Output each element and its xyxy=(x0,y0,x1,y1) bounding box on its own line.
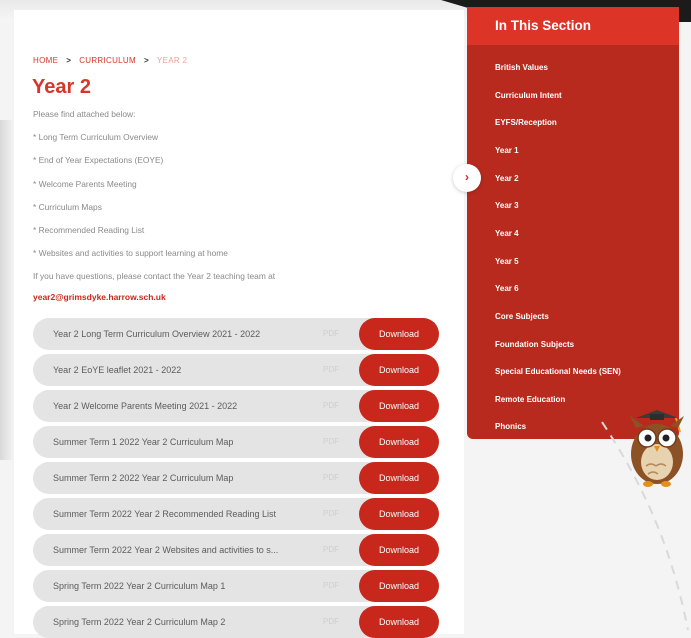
file-type-label: PDF xyxy=(323,437,339,446)
intro-list-item: * Welcome Parents Meeting xyxy=(33,179,137,189)
download-title: Summer Term 2 2022 Year 2 Curriculum Map xyxy=(53,473,234,483)
intro-list-item: * Recommended Reading List xyxy=(33,225,145,235)
sidebar-item-core-subjects[interactable]: Core Subjects xyxy=(495,312,549,321)
file-type-label: PDF xyxy=(323,365,339,374)
sidebar-item-foundation-subjects[interactable]: Foundation Subjects xyxy=(495,340,574,349)
download-button[interactable]: Download xyxy=(359,606,439,638)
breadcrumb-current: YEAR 2 xyxy=(156,56,188,65)
download-row: Summer Term 2022 Year 2 Recommended Read… xyxy=(33,498,439,530)
breadcrumb-separator: > xyxy=(143,56,149,65)
download-title: Summer Term 2022 Year 2 Recommended Read… xyxy=(53,509,276,519)
download-title: Year 2 Long Term Curriculum Overview 202… xyxy=(53,329,261,339)
file-type-label: PDF xyxy=(323,581,339,590)
download-button[interactable]: Download xyxy=(359,354,439,386)
sidebar-item-british-values[interactable]: British Values xyxy=(495,63,548,72)
download-row: Spring Term 2022 Year 2 Curriculum Map 2… xyxy=(33,606,439,638)
download-button[interactable]: Download xyxy=(359,318,439,350)
sidebar-item-year-5[interactable]: Year 5 xyxy=(495,257,519,266)
download-button[interactable]: Download xyxy=(359,570,439,602)
download-row: Year 2 EoYE leaflet 2021 - 2022 PDF Down… xyxy=(33,354,439,386)
file-type-label: PDF xyxy=(323,329,339,338)
download-row: Summer Term 2022 Year 2 Websites and act… xyxy=(33,534,439,566)
sidebar-toggle-button[interactable]: › xyxy=(453,164,481,192)
download-row: Spring Term 2022 Year 2 Curriculum Map 1… xyxy=(33,570,439,602)
breadcrumb: HOME > CURRICULUM > YEAR 2 xyxy=(33,56,187,65)
download-title: Year 2 EoYE leaflet 2021 - 2022 xyxy=(53,365,182,375)
file-type-label: PDF xyxy=(323,509,339,518)
download-button[interactable]: Download xyxy=(359,534,439,566)
sidebar-item-year-6[interactable]: Year 6 xyxy=(495,284,519,293)
download-row: Year 2 Long Term Curriculum Overview 202… xyxy=(33,318,439,350)
contact-text: If you have questions, please contact th… xyxy=(33,271,276,281)
sidebar-item-year-3[interactable]: Year 3 xyxy=(495,201,519,210)
sidebar-item-year-1[interactable]: Year 1 xyxy=(495,146,519,155)
section-sidebar: In This Section British Values Curriculu… xyxy=(467,7,679,439)
download-button[interactable]: Download xyxy=(359,426,439,458)
owl-mascot-icon xyxy=(630,410,684,487)
page-title: Year 2 xyxy=(32,76,91,98)
sidebar-item-phonics[interactable]: Phonics xyxy=(495,422,526,431)
sidebar-title: In This Section xyxy=(467,7,679,45)
download-row: Summer Term 2 2022 Year 2 Curriculum Map… xyxy=(33,462,439,494)
sidebar-item-year-4[interactable]: Year 4 xyxy=(495,229,519,238)
breadcrumb-home[interactable]: HOME xyxy=(33,56,58,65)
file-type-label: PDF xyxy=(323,617,339,626)
intro-list-item: * Long Term Curriculum Overview xyxy=(33,132,159,142)
email-link[interactable]: year2@grimsdyke.harrow.sch.uk xyxy=(33,292,166,302)
file-type-label: PDF xyxy=(323,545,339,554)
intro-list-item: * Websites and activities to support lea… xyxy=(33,248,228,258)
breadcrumb-curriculum[interactable]: CURRICULUM xyxy=(79,56,136,65)
download-row: Year 2 Welcome Parents Meeting 2021 - 20… xyxy=(33,390,439,422)
sidebar-item-year-2[interactable]: Year 2 xyxy=(495,174,519,183)
intro-text: Please find attached below: xyxy=(33,109,136,119)
download-title: Spring Term 2022 Year 2 Curriculum Map 2 xyxy=(53,617,226,627)
breadcrumb-separator: > xyxy=(66,56,72,65)
download-title: Spring Term 2022 Year 2 Curriculum Map 1 xyxy=(53,581,226,591)
download-button[interactable]: Download xyxy=(359,462,439,494)
sidebar-item-curriculum-intent[interactable]: Curriculum Intent xyxy=(495,91,562,100)
intro-list-item: * Curriculum Maps xyxy=(33,202,102,212)
download-title: Summer Term 2022 Year 2 Websites and act… xyxy=(53,545,279,555)
download-title: Summer Term 1 2022 Year 2 Curriculum Map xyxy=(53,437,234,447)
download-row: Summer Term 1 2022 Year 2 Curriculum Map… xyxy=(33,426,439,458)
file-type-label: PDF xyxy=(323,401,339,410)
intro-list-item: * End of Year Expectations (EOYE) xyxy=(33,155,164,165)
background-decoration xyxy=(0,120,14,460)
chevron-right-icon: › xyxy=(465,170,469,184)
sidebar-item-eyfs-reception[interactable]: EYFS/Reception xyxy=(495,118,557,127)
download-button[interactable]: Download xyxy=(359,390,439,422)
sidebar-item-remote-education[interactable]: Remote Education xyxy=(495,395,565,404)
download-title: Year 2 Welcome Parents Meeting 2021 - 20… xyxy=(53,401,238,411)
file-type-label: PDF xyxy=(323,473,339,482)
download-button[interactable]: Download xyxy=(359,498,439,530)
sidebar-item-sen[interactable]: Special Educational Needs (SEN) xyxy=(495,367,621,376)
